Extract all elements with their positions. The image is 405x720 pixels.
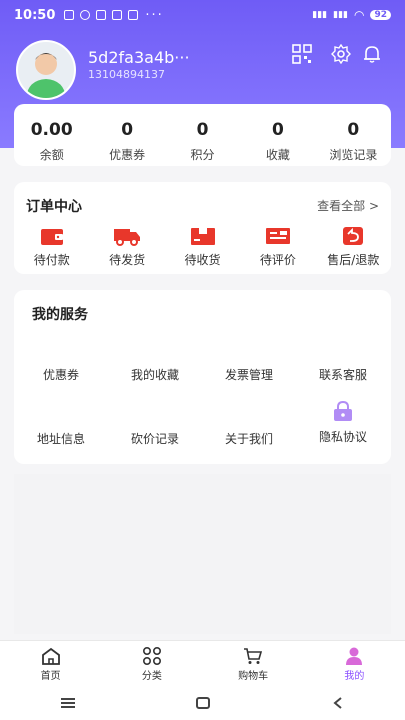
avatar[interactable]	[16, 40, 76, 100]
order-pending-shipment[interactable]: 待发货	[89, 226, 164, 268]
tab-label: 首页	[40, 671, 61, 682]
package-icon	[190, 228, 215, 245]
status-bar: 10:50 ··· ▮▮▮ ▮▮▮ ◠ 92	[0, 0, 405, 30]
tab-cart[interactable]: 购物车	[203, 641, 304, 687]
refund-icon	[343, 227, 364, 245]
cart-icon	[244, 648, 263, 664]
qrcode-icon[interactable]	[292, 44, 312, 64]
order-label: 售后/退款	[327, 253, 380, 267]
order-refund[interactable]: 售后/退款	[316, 226, 391, 268]
lock-icon	[334, 400, 352, 421]
bell-icon[interactable]	[362, 44, 382, 64]
avatar-icon	[26, 53, 66, 98]
notification-icon	[64, 10, 75, 20]
signal-icon: ▮▮▮	[312, 10, 328, 20]
service-bargain-records[interactable]: 砍价记录	[108, 430, 202, 447]
stat-label: 余额	[39, 148, 64, 162]
service-privacy[interactable]: 隐私协议	[296, 400, 390, 445]
app-icon	[96, 10, 107, 20]
app-icon-2	[112, 10, 123, 20]
signal-icon-2: ▮▮▮	[333, 10, 348, 20]
category-icon	[142, 647, 161, 665]
system-navigation-bar	[0, 686, 405, 720]
stat-balance[interactable]: 0.00 余额	[14, 104, 89, 166]
service-customer-support[interactable]: 联系客服	[296, 366, 390, 383]
home-icon	[41, 647, 60, 665]
stat-history[interactable]: 0 浏览记录	[316, 104, 391, 166]
order-pending-payment[interactable]: 待付款	[14, 226, 89, 268]
order-label: 待评价	[259, 253, 296, 267]
service-coupons[interactable]: 优惠券	[14, 366, 108, 383]
stats-card: 0.00 余额 0 优惠券 0 积分 0 收藏 0 浏览记录	[14, 104, 391, 166]
home-square-icon[interactable]	[196, 697, 211, 709]
service-invoice[interactable]: 发票管理	[202, 366, 296, 383]
review-icon	[265, 228, 290, 244]
status-time: 10:50	[14, 7, 56, 23]
battery-indicator: 92	[370, 10, 391, 20]
stat-points[interactable]: 0 积分	[165, 104, 240, 166]
orders-title: 订单中心	[26, 199, 82, 215]
empty-content-area	[14, 474, 391, 634]
order-label: 待发货	[109, 253, 146, 267]
services-title: 我的服务	[32, 307, 88, 323]
stat-label: 浏览记录	[329, 148, 378, 162]
user-phone: 13104894137	[88, 68, 165, 81]
stat-value: 0	[347, 120, 360, 140]
orders-card: 订单中心 查看全部 > 待付款 待发货 待收货 待评价 售后/退款	[14, 182, 391, 274]
service-about-us[interactable]: 关于我们	[202, 430, 296, 447]
app-icon-3	[128, 10, 139, 20]
stat-label: 收藏	[265, 148, 290, 162]
more-dots-icon: ···	[145, 7, 164, 23]
services-card: 我的服务 优惠券 我的收藏 发票管理 联系客服 地址信息 砍价记录 关于我们 隐…	[14, 290, 391, 464]
stat-label: 积分	[190, 148, 215, 162]
service-address[interactable]: 地址信息	[14, 430, 108, 447]
tab-profile[interactable]: 我的	[304, 641, 405, 687]
tab-category[interactable]: 分类	[101, 641, 202, 687]
tab-home[interactable]: 首页	[0, 641, 101, 687]
settings-icon[interactable]	[331, 44, 351, 64]
stat-value: 0.00	[30, 120, 73, 140]
menu-icon[interactable]	[60, 697, 75, 709]
service-label: 隐私协议	[318, 430, 367, 444]
stat-coupons[interactable]: 0 优惠券	[89, 104, 164, 166]
stat-favorites[interactable]: 0 收藏	[240, 104, 315, 166]
bottom-tab-bar: 首页 分类 购物车 我的	[0, 640, 405, 687]
truck-icon	[114, 229, 141, 246]
stat-label: 优惠券	[109, 148, 146, 162]
order-pending-review[interactable]: 待评价	[240, 226, 315, 268]
tab-label: 分类	[141, 671, 162, 682]
back-icon[interactable]	[332, 697, 344, 709]
tab-label: 购物车	[238, 671, 269, 682]
stat-value: 0	[272, 120, 284, 140]
stat-value: 0	[121, 120, 134, 140]
username[interactable]: 5d2fa3a4b···	[88, 48, 190, 67]
tab-label: 我的	[344, 671, 365, 682]
user-icon	[346, 647, 363, 665]
orders-view-all-link[interactable]: 查看全部 >	[317, 197, 379, 214]
order-pending-receipt[interactable]: 待收货	[165, 226, 240, 268]
wallet-icon	[40, 229, 63, 245]
stat-value: 0	[196, 120, 209, 140]
order-label: 待付款	[33, 253, 70, 267]
service-favorites[interactable]: 我的收藏	[108, 366, 202, 383]
wifi-icon: ◠	[353, 8, 365, 22]
order-label: 待收货	[184, 253, 221, 267]
alarm-icon	[80, 10, 91, 20]
